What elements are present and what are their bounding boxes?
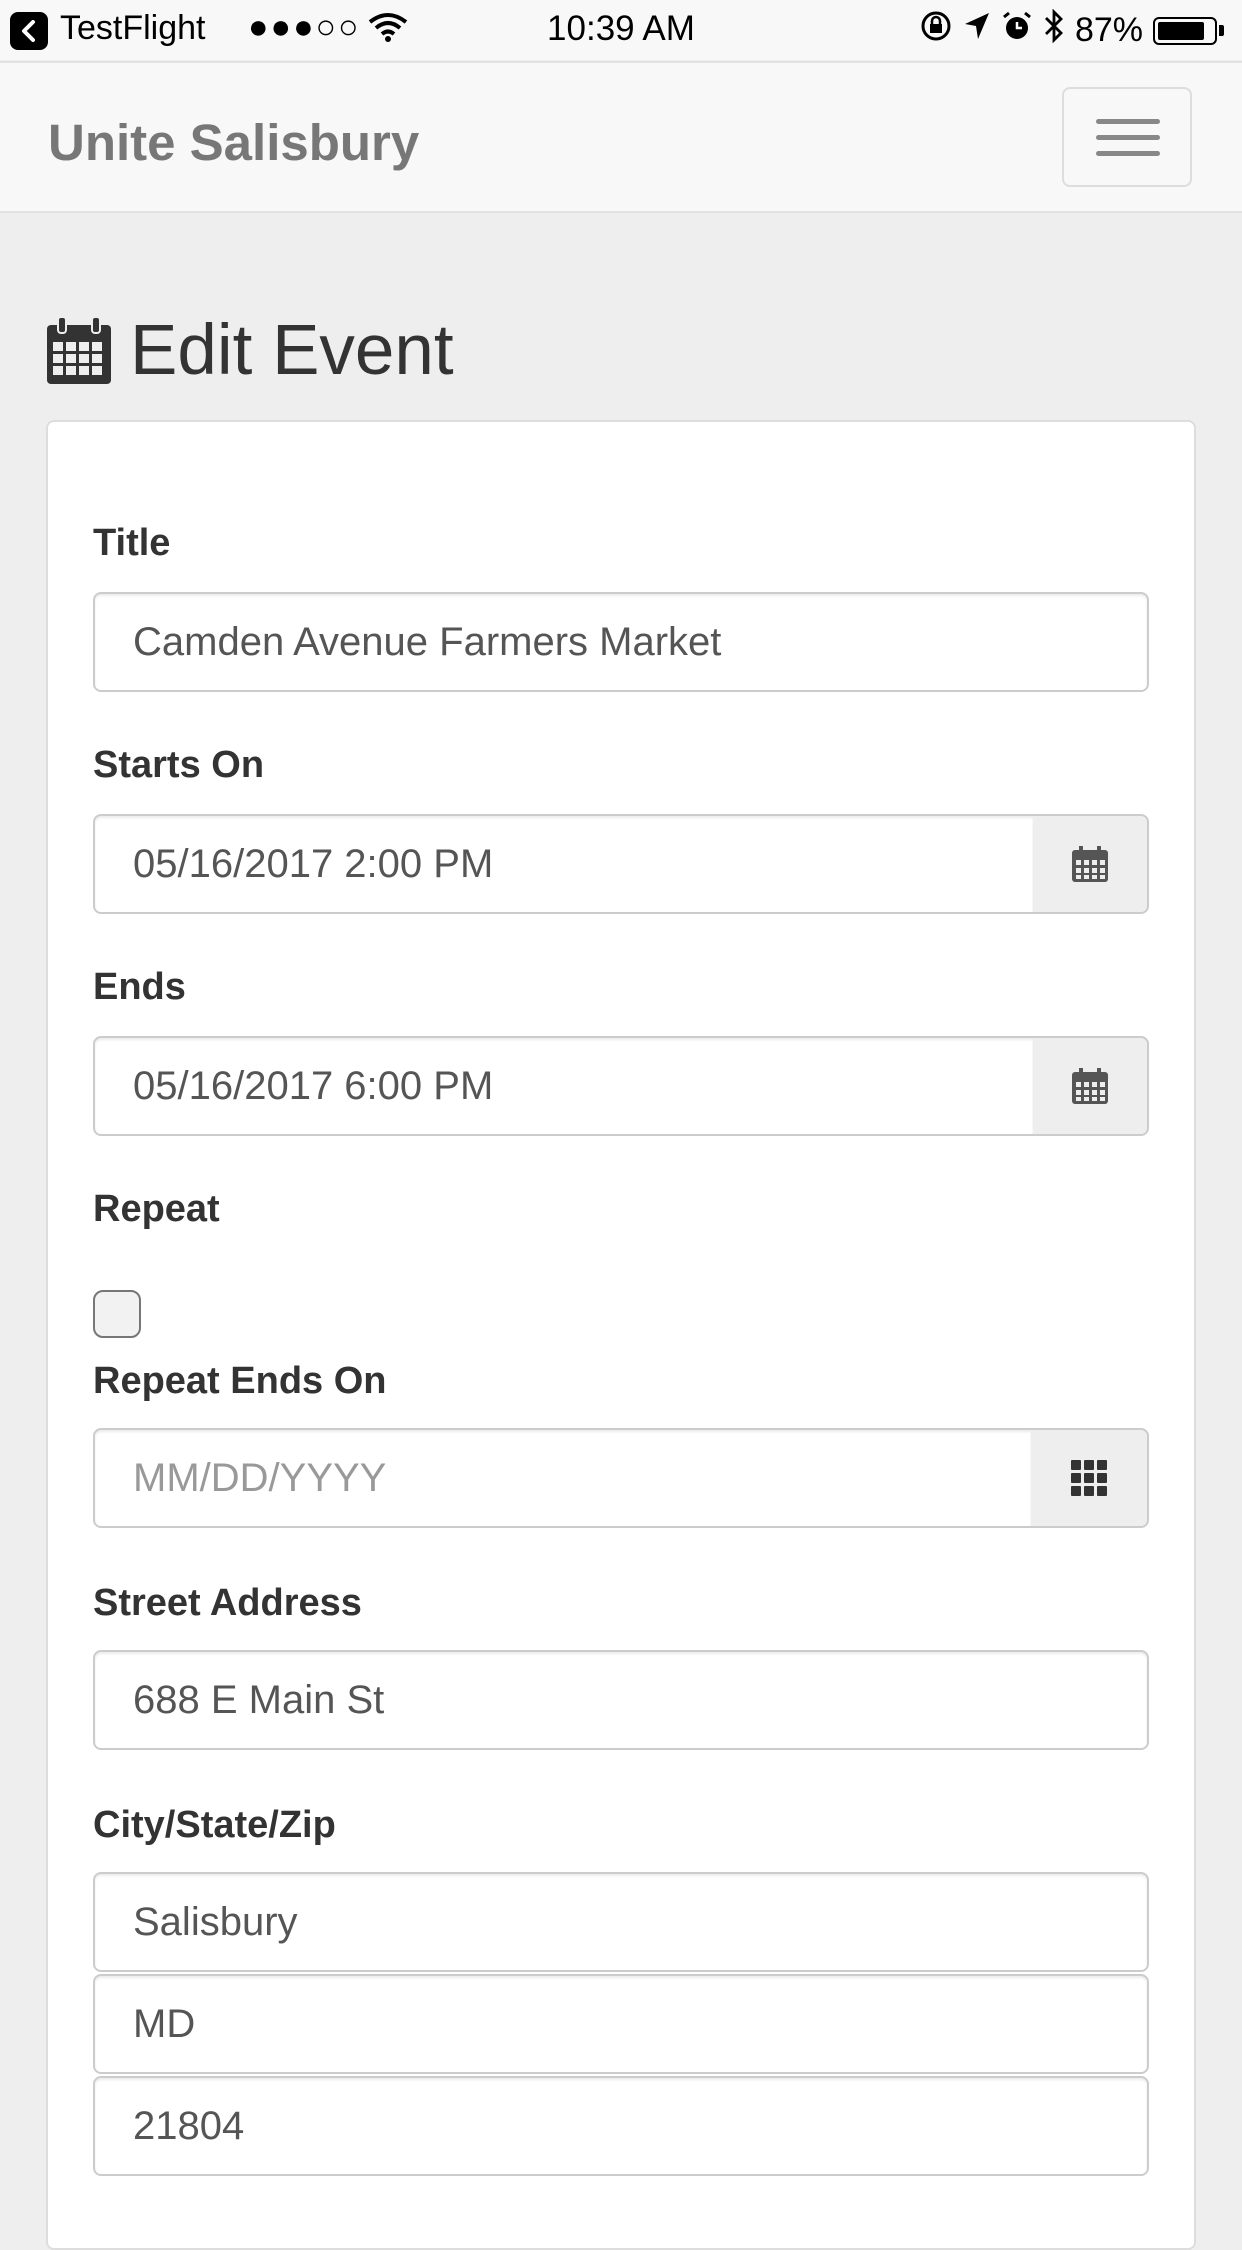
starts-on-input[interactable]: 05/16/2017 2:00 PM — [93, 814, 1035, 914]
ends-label: Ends — [93, 966, 186, 1008]
repeat-checkbox[interactable] — [93, 1290, 141, 1338]
zip-input[interactable]: 21804 — [93, 2076, 1149, 2176]
navbar: Unite Salisbury — [0, 61, 1242, 213]
starts-on-label: Starts On — [93, 744, 265, 786]
navbar-toggle-button[interactable] — [1062, 87, 1192, 187]
ends-date-picker-button[interactable] — [1033, 1036, 1149, 1136]
brand-link[interactable]: Unite Salisbury — [48, 113, 419, 172]
repeat-ends-on-picker-button[interactable] — [1031, 1428, 1149, 1528]
battery-percent: 87% — [1074, 11, 1143, 49]
repeat-ends-on-input[interactable]: MM/DD/YYYY — [93, 1428, 1033, 1528]
battery-icon — [1153, 16, 1217, 45]
calendar-icon — [1072, 846, 1108, 882]
starts-on-date-picker-button[interactable] — [1033, 814, 1149, 914]
city-input[interactable]: Salisbury — [93, 1872, 1149, 1972]
page-heading: Edit Event — [44, 310, 454, 391]
grid-icon — [1071, 1460, 1107, 1496]
title-input[interactable]: Camden Avenue Farmers Market — [93, 592, 1149, 692]
street-address-label: Street Address — [93, 1582, 362, 1624]
alarm-icon — [1001, 10, 1033, 51]
hamburger-menu-icon — [1096, 119, 1160, 124]
city-state-zip-label: City/State/Zip — [93, 1804, 336, 1846]
page-title: Edit Event — [130, 311, 454, 390]
street-address-input[interactable]: 688 E Main St — [93, 1650, 1149, 1750]
repeat-label: Repeat — [93, 1188, 220, 1230]
repeat-ends-on-label: Repeat Ends On — [93, 1360, 387, 1402]
orientation-lock-icon — [919, 9, 953, 52]
calendar-icon — [1072, 1068, 1108, 1104]
ends-input[interactable]: 05/16/2017 6:00 PM — [93, 1036, 1035, 1136]
location-icon — [963, 11, 991, 50]
state-input[interactable]: MD — [93, 1974, 1149, 2074]
bluetooth-icon — [1043, 8, 1065, 52]
title-label: Title — [93, 522, 171, 564]
status-bar: TestFlight ●●●○○ 10:39 AM 87% — [0, 0, 1242, 60]
calendar-icon — [47, 315, 111, 384]
